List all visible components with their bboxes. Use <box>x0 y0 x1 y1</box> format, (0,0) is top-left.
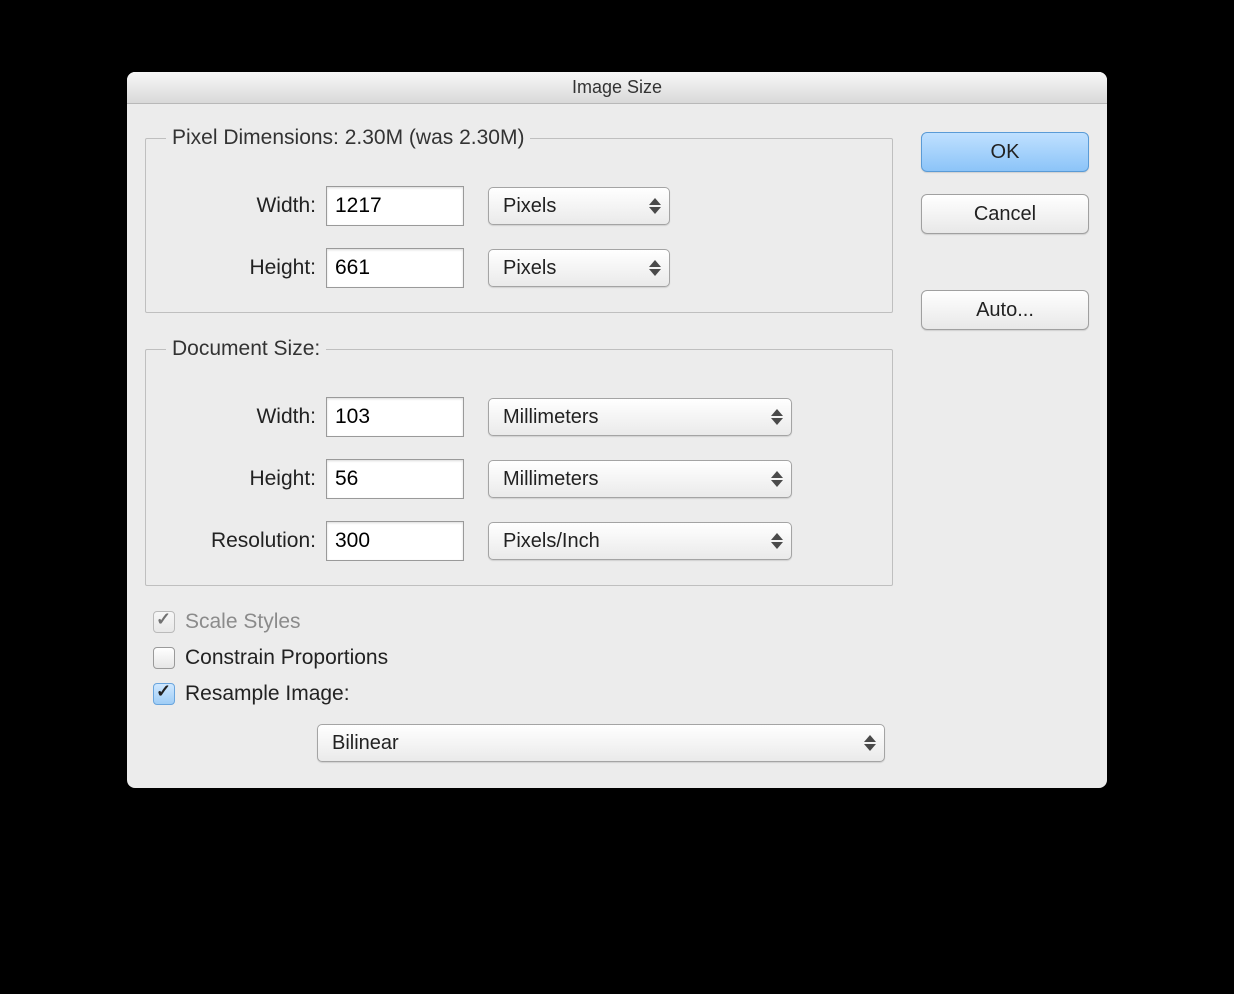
resolution-label: Resolution: <box>166 529 326 553</box>
window-title: Image Size <box>572 77 662 98</box>
pixel-width-row: Width: Pixels <box>166 186 872 226</box>
stepper-icon <box>864 735 876 751</box>
doc-width-input[interactable] <box>326 397 464 437</box>
scale-styles-label: Scale Styles <box>185 610 301 634</box>
resample-image-checkbox[interactable]: ✓ <box>153 683 175 705</box>
right-column: OK Cancel Auto... <box>921 126 1089 762</box>
auto-button[interactable]: Auto... <box>921 290 1089 330</box>
document-size-legend: Document Size: <box>166 337 326 361</box>
resolution-units-select[interactable]: Pixels/Inch <box>488 522 792 560</box>
doc-height-row: Height: Millimeters <box>166 459 872 499</box>
stepper-icon <box>771 471 783 487</box>
resample-method-select[interactable]: Bilinear <box>317 724 885 762</box>
stepper-icon <box>649 260 661 276</box>
pixel-width-input[interactable] <box>326 186 464 226</box>
cancel-button[interactable]: Cancel <box>921 194 1089 234</box>
stepper-icon <box>771 533 783 549</box>
constrain-proportions-checkbox[interactable] <box>153 647 175 669</box>
ok-button-label: OK <box>991 141 1020 164</box>
doc-width-row: Width: Millimeters <box>166 397 872 437</box>
resample-image-label: Resample Image: <box>185 682 350 706</box>
doc-width-units-select[interactable]: Millimeters <box>488 398 792 436</box>
pixel-dimensions-legend: Pixel Dimensions: 2.30M (was 2.30M) <box>166 126 530 150</box>
constrain-proportions-label: Constrain Proportions <box>185 646 388 670</box>
options-block: ✓ Scale Styles Constrain Proportions ✓ R… <box>145 610 893 762</box>
pixel-width-label: Width: <box>166 194 326 218</box>
titlebar: Image Size <box>127 72 1107 104</box>
constrain-proportions-row: Constrain Proportions <box>153 646 893 670</box>
pixel-height-row: Height: Pixels <box>166 248 872 288</box>
resolution-units-value: Pixels/Inch <box>503 530 600 553</box>
pixel-height-label: Height: <box>166 256 326 280</box>
doc-height-input[interactable] <box>326 459 464 499</box>
resample-method-value: Bilinear <box>332 732 399 755</box>
pixel-height-units-select[interactable]: Pixels <box>488 249 670 287</box>
stepper-icon <box>649 198 661 214</box>
checkmark-icon: ✓ <box>156 609 171 630</box>
image-size-dialog: Image Size Pixel Dimensions: 2.30M (was … <box>127 72 1107 788</box>
scale-styles-checkbox: ✓ <box>153 611 175 633</box>
resample-image-row: ✓ Resample Image: <box>153 682 893 706</box>
resolution-row: Resolution: Pixels/Inch <box>166 521 872 561</box>
doc-height-units-value: Millimeters <box>503 468 599 491</box>
checkmark-icon: ✓ <box>156 681 171 702</box>
pixel-height-units-value: Pixels <box>503 257 556 280</box>
dialog-content: Pixel Dimensions: 2.30M (was 2.30M) Widt… <box>127 104 1107 788</box>
doc-height-units-select[interactable]: Millimeters <box>488 460 792 498</box>
pixel-width-units-value: Pixels <box>503 195 556 218</box>
ok-button[interactable]: OK <box>921 132 1089 172</box>
document-size-group: Document Size: Width: Millimeters Height… <box>145 337 893 586</box>
pixel-height-input[interactable] <box>326 248 464 288</box>
left-column: Pixel Dimensions: 2.30M (was 2.30M) Widt… <box>145 126 893 762</box>
doc-width-label: Width: <box>166 405 326 429</box>
resolution-input[interactable] <box>326 521 464 561</box>
cancel-button-label: Cancel <box>974 203 1036 226</box>
pixel-dimensions-group: Pixel Dimensions: 2.30M (was 2.30M) Widt… <box>145 126 893 313</box>
stepper-icon <box>771 409 783 425</box>
scale-styles-row: ✓ Scale Styles <box>153 610 893 634</box>
doc-width-units-value: Millimeters <box>503 406 599 429</box>
pixel-width-units-select[interactable]: Pixels <box>488 187 670 225</box>
auto-button-label: Auto... <box>976 299 1034 322</box>
doc-height-label: Height: <box>166 467 326 491</box>
